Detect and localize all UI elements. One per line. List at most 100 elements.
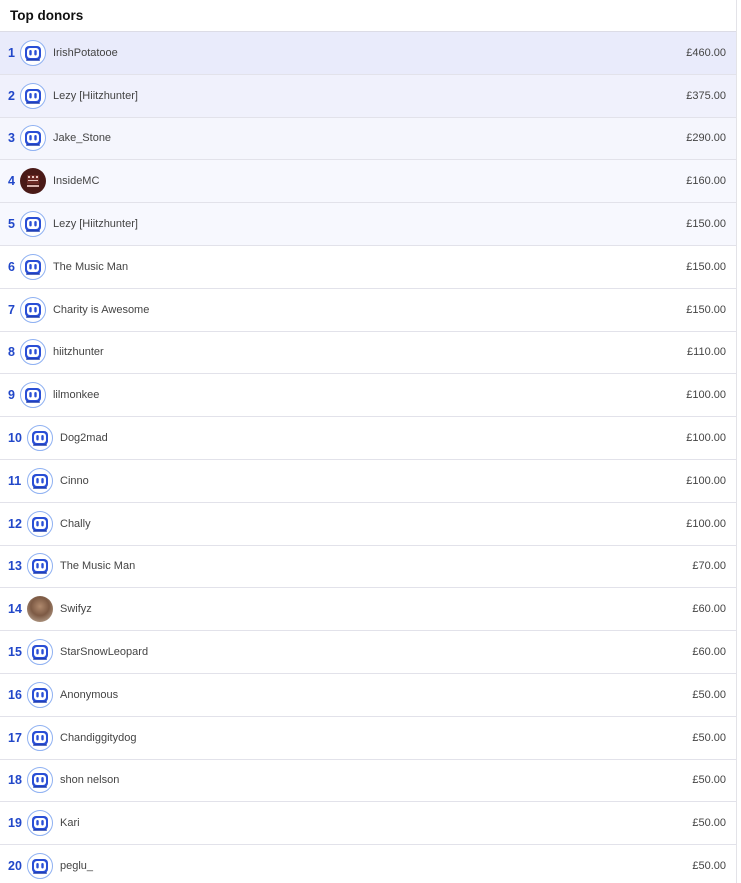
donor-name: Chally xyxy=(60,517,91,530)
donor-name: Swifyz xyxy=(60,603,92,616)
robot-icon xyxy=(19,39,46,66)
donor-rank: 11 xyxy=(8,473,22,488)
donor-name: Lezy [Hiitzhunter] xyxy=(52,218,138,231)
donor-row: 8 hiitzhunter £110.00 xyxy=(0,331,736,375)
donor-rank: 17 xyxy=(8,730,22,745)
donor-name: IrishPotatooe xyxy=(52,46,118,59)
donor-row: 10 Dog2mad £100.00 xyxy=(0,417,736,460)
donor-name: Cinno xyxy=(60,474,89,487)
donor-rank: 10 xyxy=(8,431,22,446)
donor-rank: 15 xyxy=(8,645,22,660)
donor-name: Lezy [Hiitzhunter] xyxy=(52,89,138,102)
robot-icon xyxy=(27,853,53,880)
donor-name: Charity is Awesome xyxy=(52,303,150,316)
robot-icon xyxy=(27,467,53,494)
donor-row: 5 Lezy [Hiitzhunter] £150.00 xyxy=(0,203,736,246)
donor-name: Anonymous xyxy=(60,688,119,701)
donor-name: peglu_ xyxy=(60,860,94,873)
donor-rank: 3 xyxy=(8,131,15,146)
donation-amount: £70.00 xyxy=(692,560,726,573)
donation-amount: £160.00 xyxy=(686,175,726,188)
donor-name: lilmonkee xyxy=(52,389,100,402)
donor-row: 13 The Music Man £70.00 xyxy=(0,545,736,589)
donor-name: StarSnowLeopard xyxy=(60,646,149,659)
donation-amount: £100.00 xyxy=(686,432,726,445)
donor-row: 7 Charity is Awesome £150.00 xyxy=(0,288,736,332)
donation-amount: £150.00 xyxy=(686,303,726,316)
donation-amount: £50.00 xyxy=(692,817,726,830)
donor-row: 19 Kari £50.00 xyxy=(0,802,736,846)
donation-amount: £60.00 xyxy=(692,603,726,616)
donor-row: 18 shon nelson £50.00 xyxy=(0,759,736,803)
donation-amount: £100.00 xyxy=(686,474,726,487)
donor-rank: 16 xyxy=(8,687,22,702)
robot-icon xyxy=(19,125,46,152)
donor-rank: 14 xyxy=(8,602,22,617)
donation-amount: £110.00 xyxy=(687,346,726,359)
donor-row: 9 lilmonkee £100.00 xyxy=(0,374,736,418)
robot-icon xyxy=(27,553,53,580)
donor-row: 3 Jake_Stone £290.00 xyxy=(0,117,736,161)
donor-rank: 7 xyxy=(8,302,15,317)
donor-row: 11 Cinno £100.00 xyxy=(0,459,736,503)
donor-rank: 6 xyxy=(8,259,15,274)
donation-amount: £460.00 xyxy=(686,46,726,59)
donor-row: 6 The Music Man £150.00 xyxy=(0,245,736,289)
robot-icon xyxy=(27,639,53,666)
donor-row: 20 peglu_ £50.00 xyxy=(0,845,736,883)
robot-icon xyxy=(19,382,46,409)
photo-avatar xyxy=(27,596,53,623)
donor-rank: 4 xyxy=(8,174,15,189)
robot-icon xyxy=(19,82,46,109)
donor-rank: 19 xyxy=(8,816,22,831)
donor-name: shon nelson xyxy=(60,774,120,787)
robot-icon xyxy=(27,425,53,452)
donor-rank: 5 xyxy=(8,217,15,232)
donor-rank: 9 xyxy=(8,388,15,403)
donor-rank: 18 xyxy=(8,773,22,788)
robot-icon xyxy=(19,253,46,280)
donor-row: 17 Chandiggitydog £50.00 xyxy=(0,716,736,760)
donor-row: 1 IrishPotatooe £460.00 xyxy=(0,32,736,75)
donation-amount: £150.00 xyxy=(686,260,726,273)
panel-header: Top donors xyxy=(0,0,736,32)
donation-amount: £100.00 xyxy=(686,517,726,530)
donation-amount: £50.00 xyxy=(692,731,726,744)
donor-row: 2 Lezy [Hiitzhunter] £375.00 xyxy=(0,74,736,118)
robot-icon xyxy=(27,810,53,837)
donor-row: 16 Anonymous £50.00 xyxy=(0,673,736,717)
donor-list: 1 IrishPotatooe £460.00 2 Lezy [Hiitzhunter]… xyxy=(0,32,736,883)
donation-amount: £100.00 xyxy=(686,389,726,402)
robot-icon xyxy=(27,767,53,794)
robot-icon xyxy=(19,211,46,238)
robot-icon xyxy=(27,510,53,537)
pixel-logo-icon xyxy=(19,168,46,195)
donor-rank: 1 xyxy=(8,45,15,60)
donor-row: 14 Swifyz £60.00 xyxy=(0,588,736,632)
donor-rank: 2 xyxy=(8,88,15,103)
donation-amount: £375.00 xyxy=(686,89,726,102)
donor-rank: 12 xyxy=(8,516,22,531)
robot-icon xyxy=(27,724,53,751)
donation-amount: £50.00 xyxy=(692,860,726,873)
donor-name: Chandiggitydog xyxy=(60,731,137,744)
donor-row: 15 StarSnowLeopard £60.00 xyxy=(0,631,736,674)
donation-amount: £60.00 xyxy=(692,646,726,659)
donor-name: Dog2mad xyxy=(60,432,108,445)
robot-icon xyxy=(19,339,46,366)
donor-name: hiitzhunter xyxy=(52,346,104,359)
donor-name: The Music Man xyxy=(60,560,136,573)
donor-name: The Music Man xyxy=(52,260,129,273)
donor-row: 12 Chally £100.00 xyxy=(0,502,736,546)
donation-amount: £50.00 xyxy=(692,688,726,701)
top-donors-panel: Top donors 1 IrishPotatooe £460.00 2 Lezy [H… xyxy=(0,0,737,883)
donor-rank: 13 xyxy=(8,559,22,574)
donor-name: Jake_Stone xyxy=(52,132,112,145)
donor-rank: 8 xyxy=(8,345,15,360)
donor-row: 4 InsideMC £160.00 xyxy=(0,160,736,204)
donor-name: Kari xyxy=(60,817,80,830)
robot-icon xyxy=(19,296,46,323)
donor-name: InsideMC xyxy=(52,175,100,188)
donation-amount: £150.00 xyxy=(686,218,726,231)
donor-rank: 20 xyxy=(8,859,22,874)
